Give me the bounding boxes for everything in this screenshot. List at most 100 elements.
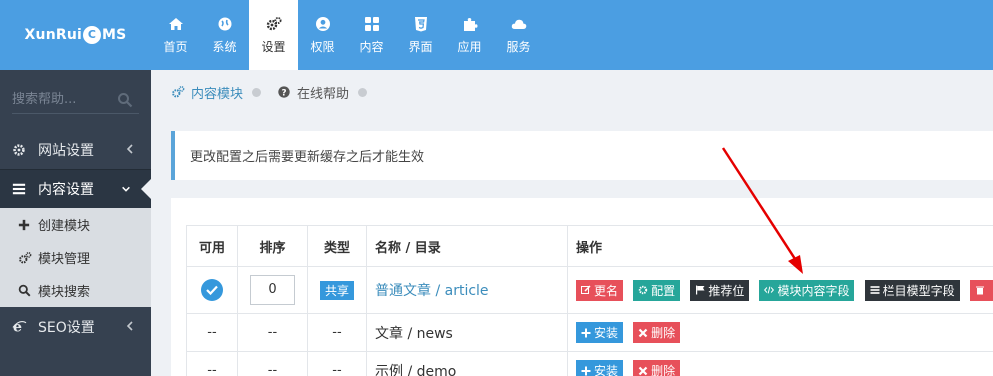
plus-icon — [581, 328, 591, 337]
delete-button[interactable]: 删除 — [633, 322, 681, 343]
topnav-content[interactable]: 内容 — [347, 0, 396, 70]
button-label: 栏目模型字段 — [882, 283, 955, 298]
module-name: 示例 / demo — [375, 363, 457, 376]
install-button[interactable]: 安装 — [576, 322, 624, 343]
topnav-home-label: 首页 — [163, 39, 188, 54]
delete-button-partial[interactable] — [969, 279, 993, 301]
breadcrumb: 内容模块 ? 在线帮助 — [151, 70, 993, 114]
column-header: 类型 — [307, 225, 367, 267]
config-button[interactable]: 配置 — [633, 279, 681, 301]
topnav-system-label: 系统 — [212, 39, 237, 54]
topnav-apps-label: 应用 — [457, 39, 482, 54]
bars-icon — [12, 181, 28, 197]
gear-icon — [638, 285, 648, 295]
search-icon — [18, 284, 32, 298]
sidebar-item-label: SEO设置 — [38, 319, 95, 336]
column-model-fields-button[interactable]: 栏目模型字段 — [864, 279, 960, 301]
type-cell: -- — [307, 351, 367, 376]
topnav-system[interactable]: 系统 — [200, 0, 249, 70]
module-name: 文章 / news — [375, 325, 453, 342]
globe-icon — [218, 17, 231, 30]
breadcrumb-online-help[interactable]: ? 在线帮助 — [277, 83, 383, 102]
plus-icon — [581, 366, 591, 375]
topnav-interface[interactable]: 界面 — [396, 0, 445, 70]
sidebar: 网站设置 内容设置 创建模块 模块管理 模块搜索 e SEO设置 — [0, 70, 151, 376]
home-icon — [168, 17, 183, 30]
actions-cell: 安装 删除 — [567, 351, 993, 376]
type-cell: 共享 — [307, 266, 367, 314]
chevron-left-icon — [126, 144, 133, 154]
sidebar-subitem-module-manage[interactable]: 模块管理 — [0, 241, 151, 274]
sidebar-item-label: 网站设置 — [38, 142, 94, 159]
button-label: 更名 — [594, 283, 619, 298]
module-content-fields-button[interactable]: 模块内容字段 — [759, 279, 855, 301]
table-row: -- -- -- 示例 / demo 安装 删除 — [186, 351, 993, 376]
topnav-content-label: 内容 — [359, 39, 384, 54]
sidebar-item-site-settings[interactable]: 网站设置 — [0, 130, 151, 169]
sidebar-item-label: 内容设置 — [38, 182, 94, 198]
delete-button[interactable]: 删除 — [633, 360, 681, 376]
enabled-cell: -- — [186, 351, 238, 376]
sidebar-subitem-label: 创建模块 — [38, 219, 91, 234]
sidebar-subitem-create-module[interactable]: 创建模块 — [0, 208, 151, 241]
name-cell: 普通文章 / article — [366, 266, 568, 314]
sidebar-subitem-module-search[interactable]: 模块搜索 — [0, 274, 151, 307]
enabled-cell — [186, 266, 238, 314]
actions-cell: 安装 删除 — [567, 313, 993, 352]
column-header: 操作 — [567, 225, 993, 267]
name-cell: 文章 / news — [366, 313, 568, 352]
notice-text: 更改配置之后需要更新缓存之后才能生效 — [190, 150, 425, 165]
plus-icon — [18, 218, 32, 232]
trash-icon — [975, 286, 984, 295]
gear-icon — [12, 142, 28, 158]
topnav-settings[interactable]: 设置 — [249, 0, 298, 70]
recommend-position-button[interactable]: 推荐位 — [690, 279, 750, 301]
sidebar-item-seo-settings[interactable]: e SEO设置 — [0, 307, 151, 346]
main-content: 内容模块 ? 在线帮助 更改配置之后需要更新缓存之后才能生效 可用 排序 类型 … — [151, 70, 993, 376]
topnav-permissions-label: 权限 — [310, 39, 335, 54]
chevron-left-icon — [126, 321, 133, 331]
button-label: 模块内容字段 — [777, 283, 850, 298]
sidebar-subitem-label: 模块管理 — [38, 252, 91, 267]
breadcrumb-content-module[interactable]: 内容模块 — [171, 83, 277, 102]
ie-icon: e — [12, 319, 28, 335]
search-icon[interactable] — [117, 92, 133, 108]
top-nav: 首页 系统 设置 权限 内容 界面 应用 服务 — [151, 0, 543, 70]
flag-icon — [696, 285, 705, 295]
logo-text-post: MS — [102, 27, 127, 43]
topnav-home[interactable]: 首页 — [151, 0, 200, 70]
topnav-apps[interactable]: 应用 — [445, 0, 494, 70]
column-header: 排序 — [237, 225, 308, 267]
breadcrumb-separator — [358, 87, 368, 97]
sidebar-submenu: 创建模块 模块管理 模块搜索 — [0, 208, 151, 307]
topnav-permissions[interactable]: 权限 — [298, 0, 347, 70]
question-circle-icon: ? — [278, 86, 290, 98]
table-row: 0 共享 普通文章 / article 更名 配置 推荐位 模块内容字段 栏目模… — [186, 266, 993, 314]
install-button[interactable]: 安装 — [576, 360, 624, 376]
grid-icon — [364, 16, 379, 31]
edit-icon — [581, 285, 591, 294]
type-badge: 共享 — [319, 280, 354, 300]
cloud-icon — [511, 19, 526, 29]
cogs-icon — [266, 16, 281, 30]
module-name-link[interactable]: 普通文章 / article — [375, 283, 489, 299]
module-table-panel: 可用 排序 类型 名称 / 目录 操作 0 共享 普通文章 / article — [171, 198, 993, 376]
logo[interactable]: XunRui C MS — [0, 0, 151, 70]
enabled-cell: -- — [186, 313, 238, 352]
sidebar-item-content-settings[interactable]: 内容设置 — [0, 169, 151, 208]
close-icon — [638, 366, 648, 375]
cogs-icon — [18, 251, 32, 265]
topnav-interface-label: 界面 — [408, 39, 433, 54]
enabled-toggle[interactable] — [201, 279, 223, 301]
user-icon — [315, 16, 330, 31]
sidebar-search — [0, 70, 151, 130]
code-icon — [764, 286, 775, 294]
order-input[interactable]: 0 — [250, 275, 295, 305]
rename-button[interactable]: 更名 — [576, 279, 624, 301]
notice-alert: 更改配置之后需要更新缓存之后才能生效 — [171, 131, 993, 180]
type-cell: -- — [307, 313, 367, 352]
topnav-services[interactable]: 服务 — [494, 0, 543, 70]
topnav-settings-label: 设置 — [261, 39, 286, 54]
logo-mark: C — [83, 26, 102, 44]
order-cell: 0 — [237, 266, 308, 314]
